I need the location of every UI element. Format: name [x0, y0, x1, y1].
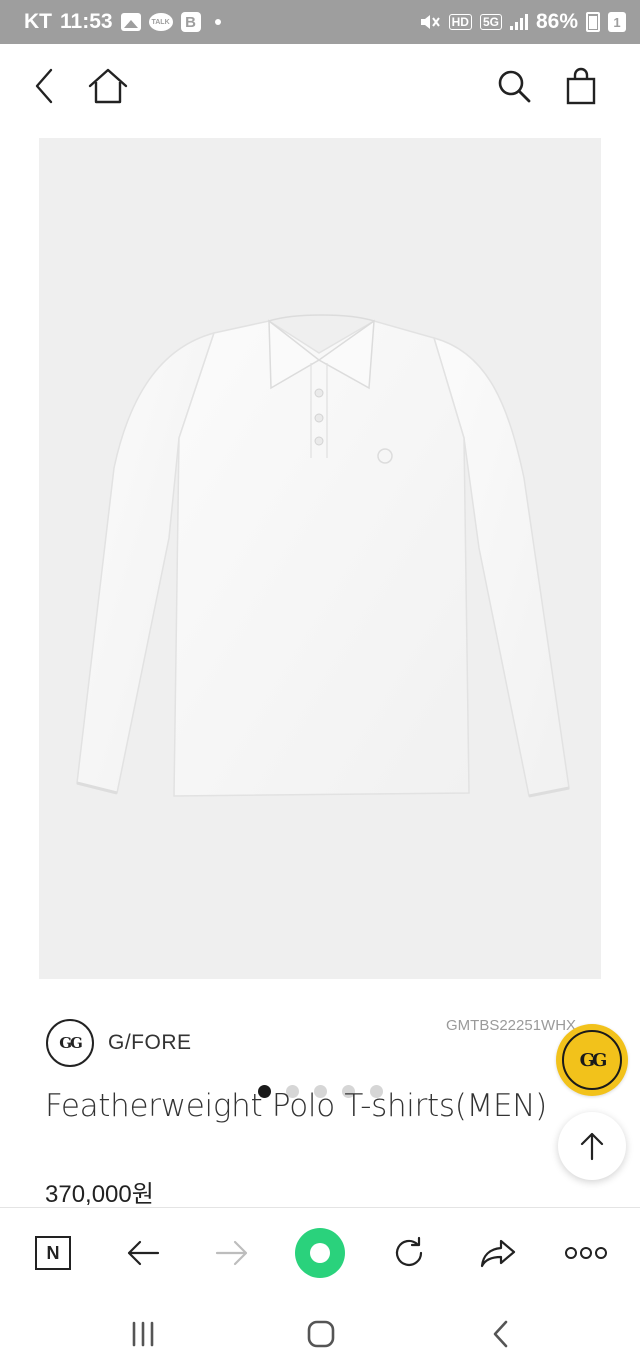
- shopping-bag-icon: [566, 67, 596, 105]
- status-bar: KT 11:53 TALK B HD 5G 86% 1: [0, 0, 640, 44]
- product-title: Featherweight Polo T-shirts(MEN): [45, 1088, 547, 1124]
- android-home-button[interactable]: [296, 1309, 346, 1359]
- cart-button[interactable]: [557, 62, 605, 110]
- naver-n-label: N: [46, 1242, 60, 1263]
- battery-percent: 86%: [535, 10, 578, 33]
- gold-badge-logo-text: GG: [579, 1049, 608, 1071]
- android-back-icon: [493, 1320, 508, 1348]
- carrier-label: KT: [24, 10, 52, 33]
- search-icon: [498, 70, 531, 103]
- b-notification-icon: B: [180, 12, 201, 32]
- share-button[interactable]: [473, 1228, 523, 1278]
- battery-icon: [586, 12, 600, 32]
- share-icon: [480, 1239, 516, 1268]
- more-notifications-dot-icon: [214, 19, 221, 25]
- notification-count-badge: 1: [608, 12, 626, 32]
- hd-voice-icon: HD: [448, 14, 472, 30]
- recent-apps-button[interactable]: [118, 1309, 168, 1359]
- refresh-button[interactable]: [384, 1228, 434, 1278]
- arrow-up-icon: [580, 1132, 604, 1161]
- browser-forward-button[interactable]: [207, 1228, 257, 1278]
- status-right: HD 5G 86% 1: [419, 10, 626, 34]
- clock: 11:53: [60, 10, 113, 33]
- brand-name[interactable]: G/FORE: [108, 1031, 192, 1055]
- arrow-right-icon: [215, 1240, 248, 1266]
- search-button[interactable]: [490, 62, 538, 110]
- home-button[interactable]: [84, 62, 132, 110]
- brand-floating-badge[interactable]: GG: [556, 1024, 628, 1096]
- more-menu-button[interactable]: [561, 1228, 611, 1278]
- brand-logo-text: GG: [59, 1034, 83, 1052]
- status-left: KT 11:53 TALK B: [24, 10, 221, 34]
- home-icon: [88, 68, 128, 104]
- naver-n-icon: N: [35, 1236, 71, 1270]
- gallery-notification-icon: [120, 13, 141, 31]
- product-photo-polo-shirt: [76, 314, 570, 798]
- android-home-icon: [307, 1320, 335, 1348]
- arrow-left-icon: [127, 1240, 160, 1266]
- system-navigation-bar: [0, 1295, 640, 1371]
- browser-toolbar: N: [0, 1207, 640, 1295]
- signal-strength-icon: [509, 14, 528, 30]
- green-dot-icon: [295, 1228, 345, 1278]
- brand-logo[interactable]: GG: [46, 1019, 94, 1067]
- refresh-icon: [395, 1236, 423, 1266]
- android-back-button[interactable]: [476, 1309, 526, 1359]
- kakaotalk-notification-icon: TALK: [148, 13, 173, 31]
- network-5g-icon: 5G: [479, 14, 502, 30]
- browser-back-button[interactable]: [118, 1228, 168, 1278]
- product-image-carousel[interactable]: [39, 138, 601, 1098]
- naver-home-button[interactable]: N: [28, 1228, 78, 1278]
- recent-apps-icon: [132, 1321, 154, 1347]
- more-icon: [565, 1247, 607, 1259]
- product-price: 370,000원: [45, 1181, 154, 1208]
- brand-badge-logo-icon: GG: [562, 1030, 622, 1090]
- browser-green-button[interactable]: [295, 1228, 345, 1278]
- mute-icon: [420, 15, 440, 29]
- top-nav: [0, 44, 640, 128]
- back-button[interactable]: [20, 62, 68, 110]
- chevron-left-icon: [35, 68, 53, 104]
- scroll-to-top-button[interactable]: [558, 1112, 626, 1180]
